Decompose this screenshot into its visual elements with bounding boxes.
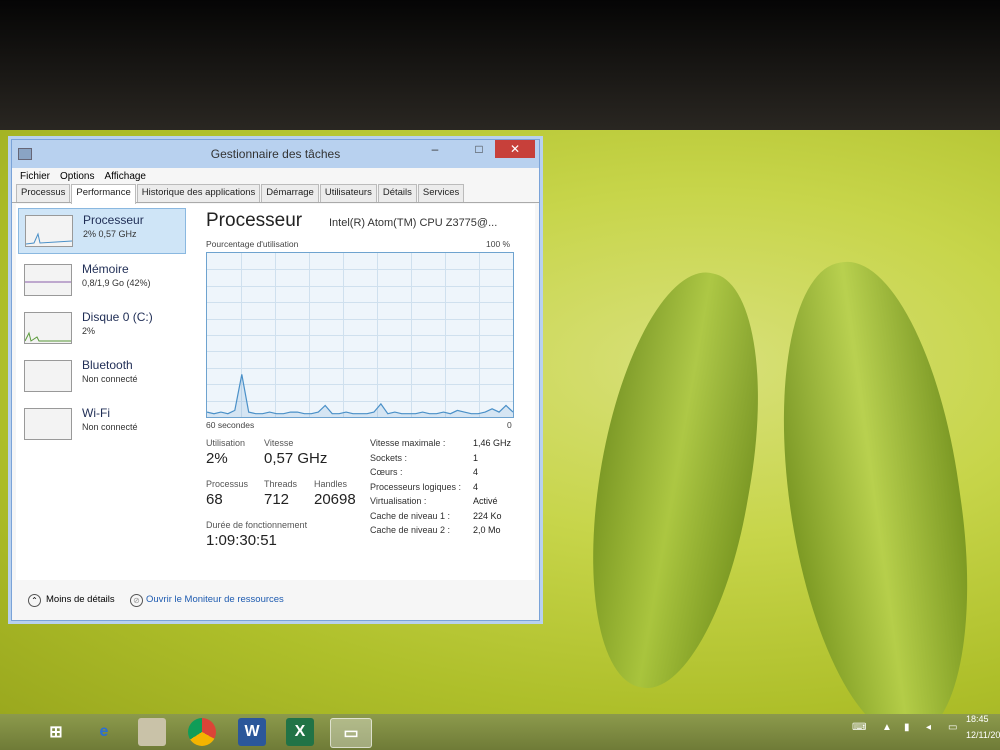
keyboard-icon[interactable]: ⌨ <box>852 722 866 733</box>
memory-thumbnail-graph <box>24 264 72 296</box>
graph-zero-label: 0 <box>507 420 512 430</box>
chrome-icon[interactable] <box>188 718 216 746</box>
graph-max-label: 100 % <box>486 239 511 249</box>
detail-value: 224 Ko <box>473 511 502 521</box>
cpu-usage-series <box>207 374 513 415</box>
resource-monitor-icon: ⊘ <box>130 594 143 607</box>
task-manager-taskbar-icon[interactable]: ▭ <box>330 718 372 748</box>
handles-label: Handles <box>314 479 348 489</box>
cpu-usage-graph <box>206 252 514 418</box>
uptime-value: 1:09:30:51 <box>206 532 277 549</box>
less-details-button[interactable]: Moins de détails <box>46 594 115 605</box>
sidebar-item-memoire[interactable]: Mémoire 0,8/1,9 Go (42%) <box>18 258 186 302</box>
close-button[interactable]: ✕ <box>495 140 535 158</box>
chevron-up-icon[interactable]: ⌃ <box>28 594 41 607</box>
detail-value: 1 <box>473 453 479 463</box>
sidebar-item-value: 2% <box>82 326 96 336</box>
threads-value: 712 <box>264 491 290 508</box>
graph-label: Pourcentage d'utilisation <box>206 239 299 249</box>
excel-icon[interactable]: X <box>286 718 314 746</box>
disk-thumbnail-graph <box>24 312 72 344</box>
threads-label: Threads <box>264 479 298 489</box>
tab-strip: Processus Performance Historique des app… <box>12 184 539 204</box>
detail-key: Vitesse maximale : <box>370 438 446 448</box>
screen-bezel <box>0 0 1000 132</box>
sidebar-item-wifi[interactable]: Wi-Fi Non connecté <box>18 402 186 446</box>
cpu-usage-area <box>207 374 513 417</box>
volume-icon[interactable]: ◂ <box>926 722 931 733</box>
tab-utilisateurs[interactable]: Utilisateurs <box>319 184 377 202</box>
resource-monitor-link[interactable]: Ouvrir le Moniteur de ressources <box>146 594 284 605</box>
action-center-icon[interactable]: ▭ <box>948 722 957 733</box>
sidebar-item-label: Mémoire <box>82 262 129 276</box>
word-icon[interactable]: W <box>238 718 266 746</box>
detail-value: 1,46 GHz <box>473 438 512 448</box>
detail-value: 2,0 Mo <box>473 525 501 535</box>
footer-bar: ⌃ Moins de détails ⊘ Ouvrir le Moniteur … <box>16 585 535 615</box>
menu-fichier[interactable]: Fichier <box>20 171 50 182</box>
graph-time-label: 60 secondes <box>206 420 255 430</box>
cpu-thumbnail-graph <box>25 215 73 247</box>
sidebar-item-value: Non connecté <box>82 374 138 384</box>
detail-value: 4 <box>473 467 479 477</box>
tab-details[interactable]: Détails <box>377 184 417 202</box>
leaf-image <box>564 260 786 700</box>
clock-date[interactable]: 12/11/20 <box>966 730 1000 740</box>
sidebar-item-value: Non connecté <box>82 422 138 432</box>
battery-icon[interactable]: ▮ <box>904 722 910 733</box>
file-explorer-icon[interactable] <box>138 718 166 746</box>
maximize-button[interactable]: □ <box>467 140 491 158</box>
tab-demarrage[interactable]: Démarrage <box>261 184 319 202</box>
detail-key: Processeurs logiques : <box>370 482 462 492</box>
title-bar[interactable]: Gestionnaire des tâches – □ ✕ <box>12 140 539 168</box>
menu-affichage[interactable]: Affichage <box>104 171 146 182</box>
bluetooth-thumbnail <box>24 360 72 392</box>
detail-key: Cache de niveau 1 : <box>370 511 451 521</box>
detail-value: 4 <box>473 482 479 492</box>
page-title: Processeur <box>206 210 303 231</box>
menu-bar: Fichier Options Affichage <box>12 168 539 184</box>
sidebar-item-label: Wi-Fi <box>82 406 110 420</box>
cpu-model: Intel(R) Atom(TM) CPU Z3775@... <box>329 217 498 229</box>
tab-services[interactable]: Services <box>417 184 465 202</box>
task-manager-window: Gestionnaire des tâches – □ ✕ Fichier Op… <box>11 139 540 621</box>
vitesse-value: 0,57 GHz <box>264 450 328 467</box>
sidebar-item-label: Processeur <box>83 213 144 227</box>
minimize-button[interactable]: – <box>423 140 447 158</box>
detail-key: Cache de niveau 2 : <box>370 525 451 535</box>
sidebar-item-value: 0,8/1,9 Go (42%) <box>82 278 151 288</box>
resource-sidebar: Processeur 2% 0,57 GHz Mémoire 0,8/1,9 G… <box>18 208 186 450</box>
handles-value: 20698 <box>314 491 356 508</box>
tab-historique[interactable]: Historique des applications <box>136 184 261 202</box>
leaf-image <box>757 250 993 716</box>
sidebar-item-processeur[interactable]: Processeur 2% 0,57 GHz <box>18 208 186 254</box>
detail-value: Activé <box>473 496 498 506</box>
window-title: Gestionnaire des tâches <box>210 147 341 161</box>
internet-explorer-icon[interactable]: e <box>90 718 118 746</box>
sidebar-item-label: Bluetooth <box>82 358 133 372</box>
chevron-up-icon[interactable]: ▲ <box>882 722 892 733</box>
utilisation-value: 2% <box>206 450 228 467</box>
detail-key: Sockets : <box>370 453 408 463</box>
sidebar-item-disque[interactable]: Disque 0 (C:) 2% <box>18 306 186 350</box>
menu-options[interactable]: Options <box>60 171 94 182</box>
sidebar-item-value: 2% 0,57 GHz <box>83 229 137 239</box>
performance-panel: Processeur 2% 0,57 GHz Mémoire 0,8/1,9 G… <box>16 204 535 580</box>
tab-performance[interactable]: Performance <box>71 184 136 204</box>
processus-label: Processus <box>206 479 249 489</box>
vitesse-label: Vitesse <box>264 438 294 448</box>
processus-value: 68 <box>206 491 223 508</box>
detail-key: Virtualisation : <box>370 496 427 506</box>
utilisation-label: Utilisation <box>206 438 246 448</box>
sidebar-item-bluetooth[interactable]: Bluetooth Non connecté <box>18 354 186 398</box>
clock-time[interactable]: 18:45 <box>966 714 989 724</box>
windows-store-icon[interactable]: ⊞ <box>42 718 70 746</box>
sidebar-item-label: Disque 0 (C:) <box>82 310 153 324</box>
wifi-thumbnail <box>24 408 72 440</box>
cpu-usage-line <box>207 374 513 417</box>
detail-key: Cœurs : <box>370 467 403 477</box>
uptime-label: Durée de fonctionnement <box>206 520 308 530</box>
tab-processus[interactable]: Processus <box>16 184 71 202</box>
